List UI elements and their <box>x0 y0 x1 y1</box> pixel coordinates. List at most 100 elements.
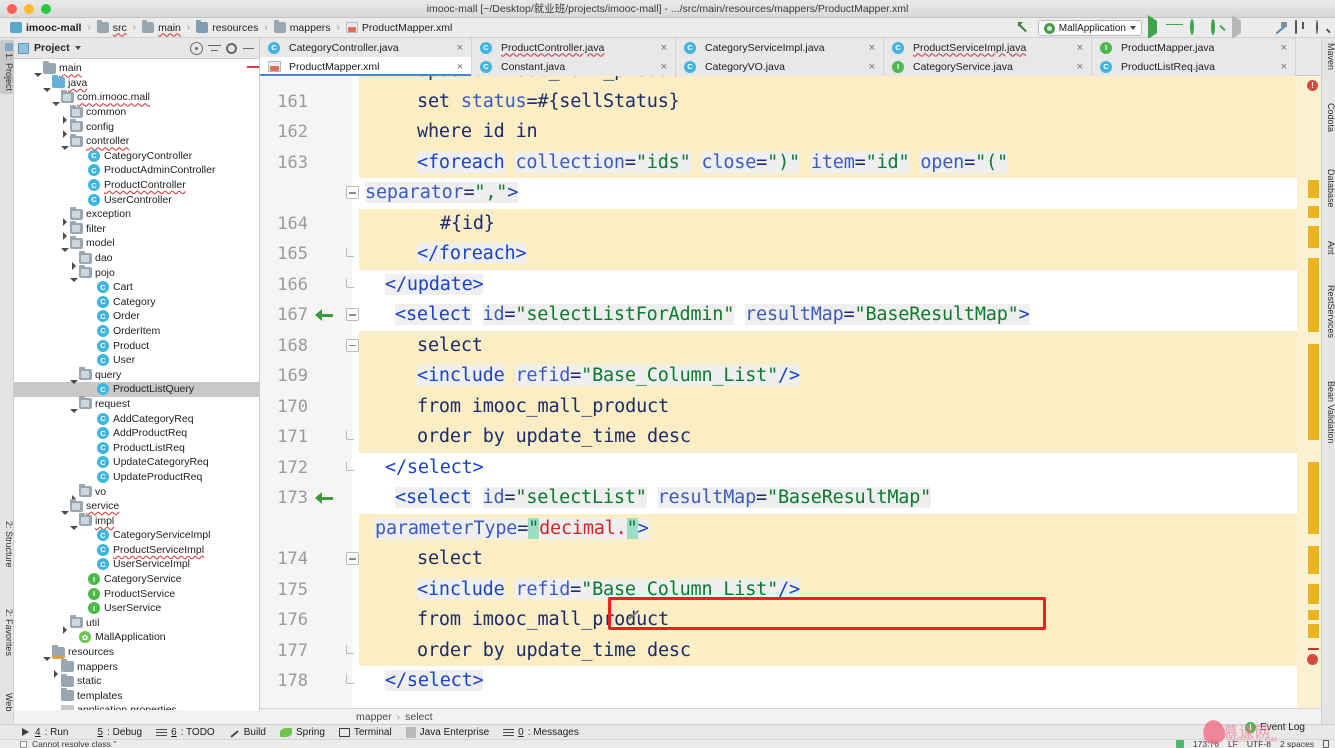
tree-node-category[interactable]: C Category <box>14 295 259 310</box>
breadcrumb-item-project[interactable]: imooc-mall <box>6 19 85 37</box>
caret-position[interactable]: 173:76 <box>1193 739 1219 748</box>
code-fold-half-icon[interactable] <box>346 675 354 684</box>
code-fold-half-icon[interactable] <box>346 248 354 257</box>
tool-window-codota[interactable]: Codota <box>1322 100 1335 135</box>
intention-bulb-icon[interactable] <box>626 604 642 620</box>
tree-node-exception[interactable]: exception <box>14 206 259 226</box>
tree-node-cart[interactable]: C Cart <box>14 280 259 295</box>
tree-node-user[interactable]: C User <box>14 353 259 368</box>
locate-icon[interactable] <box>190 41 203 55</box>
code-fold-half-icon[interactable] <box>346 278 354 288</box>
error-count-badge[interactable]: ! <box>1307 80 1318 91</box>
project-tree[interactable]: main java com.imooc.mall common config contro… <box>14 59 259 710</box>
tree-node-dao[interactable]: dao <box>14 250 259 270</box>
editor-tab-constant-java[interactable]: C Constant.java × <box>472 57 676 76</box>
tree-node-orderitem[interactable]: C OrderItem <box>14 324 259 339</box>
code-line[interactable]: 166 </update> <box>260 270 1321 301</box>
close-tab-icon[interactable]: × <box>1077 42 1083 54</box>
code-line[interactable]: 168 select <box>260 330 1321 361</box>
chevron-down-icon[interactable] <box>74 46 81 50</box>
breadcrumb-item-resources[interactable]: resources <box>192 19 262 37</box>
event-log-button[interactable]: i Event Log <box>1244 722 1305 733</box>
tree-node-product[interactable]: C Product <box>14 338 259 353</box>
code-line[interactable]: 175 <include refid="Base_Column_List"/> <box>260 574 1321 605</box>
run-configuration-selector[interactable]: MallApplication <box>1037 20 1142 36</box>
tool-window-button-run[interactable]: 4: Run <box>20 727 68 738</box>
code-fold-minus-icon[interactable] <box>346 552 359 565</box>
code-line[interactable]: 170 from imooc_mall_product <box>260 391 1321 422</box>
tree-node-categoryserviceimpl[interactable]: C CategoryServiceImpl <box>14 528 259 543</box>
tree-node-categorycontroller[interactable]: C CategoryController <box>14 149 259 164</box>
tree-node-productlistreq[interactable]: C ProductListReq <box>14 66 259 455</box>
editor-breadcrumb-item-mapper[interactable]: mapper <box>356 711 392 723</box>
code-line[interactable]: 165 </foreach> <box>260 239 1321 270</box>
editor-tab-categorycontroller-java[interactable]: C CategoryController.java × <box>260 38 472 57</box>
code-fold-half-icon[interactable] <box>346 644 354 654</box>
editor-tab-productcontroller-java[interactable]: C ProductController.java × <box>472 38 676 57</box>
tree-node-static[interactable]: static <box>14 673 259 689</box>
code-line[interactable]: 164 #{id} <box>260 208 1321 239</box>
git-branch-icon[interactable] <box>1175 740 1184 748</box>
collapse-all-icon[interactable] <box>208 42 221 55</box>
indent-setting[interactable]: 2 spaces <box>1280 739 1314 748</box>
tree-node-filter[interactable]: filter <box>14 221 259 241</box>
build-icon[interactable] <box>1274 21 1289 36</box>
checkbox-icon[interactable] <box>20 740 27 748</box>
close-tab-icon[interactable]: × <box>457 61 463 73</box>
tree-node-controller[interactable]: controller <box>14 133 259 151</box>
tree-node-vo[interactable]: vo <box>14 484 259 504</box>
breadcrumb-item-mappers[interactable]: mappers <box>270 19 335 37</box>
editor-tab-categoryservice-java[interactable]: I CategoryService.java × <box>884 57 1092 76</box>
tree-node-productservice[interactable]: I ProductService <box>14 586 259 601</box>
tree-node-config[interactable]: config <box>14 119 259 139</box>
code-line[interactable]: separator=","> <box>260 178 1321 209</box>
tool-window-database[interactable]: Database <box>1322 166 1335 211</box>
tree-node-resources[interactable]: resources <box>14 644 259 662</box>
tree-node-usercontroller[interactable]: C UserController <box>14 192 259 207</box>
editor-tab-categoryvo-java[interactable]: C CategoryVO.java × <box>676 57 884 76</box>
code-fold-minus-icon[interactable] <box>346 338 359 352</box>
editor-marker-stripe[interactable]: ! <box>1297 76 1321 708</box>
file-encoding[interactable]: UTF-8 <box>1247 739 1271 748</box>
tree-node-order[interactable]: C Order <box>14 309 259 324</box>
tool-window-maven[interactable]: Maven <box>1322 40 1335 73</box>
tree-node-mappers[interactable]: mappers <box>14 659 259 679</box>
editor-tab-categoryserviceimpl-java[interactable]: C CategoryServiceImpl.java × <box>676 38 884 57</box>
tool-window-web[interactable]: Web <box>0 690 14 714</box>
tool-window-structure[interactable]: 2: Structure <box>0 518 14 571</box>
breadcrumb-item-src[interactable]: src <box>93 19 131 37</box>
code-line[interactable]: 171 order by update_time desc <box>260 422 1321 453</box>
close-tab-icon[interactable]: × <box>661 61 667 73</box>
tool-window-button-spring[interactable]: Spring <box>279 727 325 738</box>
close-tab-icon[interactable]: × <box>869 61 875 73</box>
close-tab-icon[interactable]: × <box>1281 61 1287 73</box>
update-arrow-icon[interactable] <box>1017 21 1032 36</box>
editor-breadcrumb-item-select[interactable]: select <box>405 711 432 723</box>
tree-node-main[interactable]: main <box>14 60 259 78</box>
tree-node-request[interactable]: request <box>14 396 259 413</box>
tool-window-button-terminal[interactable]: Terminal <box>338 727 392 738</box>
error-marker[interactable] <box>1307 654 1318 665</box>
tool-window-bean-validation[interactable]: Bean Validation <box>1322 378 1335 446</box>
gutter-navigate-icon[interactable] <box>314 304 336 326</box>
tree-node-templates[interactable]: templates <box>14 688 259 704</box>
code-fold-minus-icon[interactable] <box>346 308 359 321</box>
tree-node-query[interactable]: query <box>14 367 259 384</box>
tree-node-mallapplication[interactable]: ✿ MallApplication <box>14 630 259 645</box>
code-fold-half-icon[interactable] <box>346 431 354 440</box>
code-line[interactable]: 169 <include refid="Base_Column_List"/> <box>260 361 1321 392</box>
code-line[interactable]: 178 </select> <box>260 666 1321 697</box>
tree-node-categoryservice[interactable]: I CategoryService <box>14 572 259 587</box>
tool-window-button-debug[interactable]: 5: Debug <box>82 727 142 738</box>
tree-node-addproductreq[interactable]: C AddProductReq <box>14 426 259 441</box>
tree-node-impl[interactable]: impl <box>14 513 259 530</box>
tree-node-productcontroller[interactable]: C ProductController <box>14 66 259 193</box>
tool-window-button-messages[interactable]: 0: Messages <box>503 727 579 738</box>
tree-node-updateproductreq[interactable]: C UpdateProductReq <box>14 470 259 485</box>
lock-icon[interactable] <box>1323 740 1329 748</box>
tree-node-productserviceimpl[interactable]: C ProductServiceImpl <box>14 543 259 558</box>
layout-icon[interactable] <box>1295 19 1310 36</box>
editor-tab-productserviceimpl-java[interactable]: C ProductServiceImpl.java × <box>884 38 1092 57</box>
close-tab-icon[interactable]: × <box>1077 61 1083 73</box>
debug-icon[interactable] <box>1169 21 1184 36</box>
